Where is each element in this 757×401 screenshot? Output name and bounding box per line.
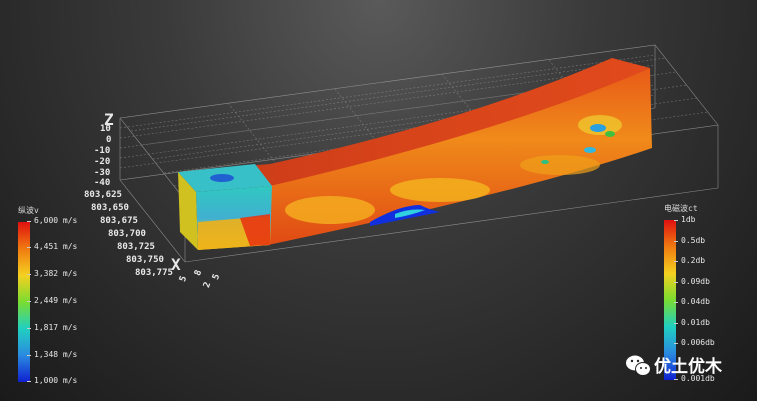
- x-axis-title: X: [171, 255, 181, 274]
- left-legend-tick: 1,348 m/s: [26, 350, 78, 359]
- x-axis-tick: 803,750: [126, 255, 164, 265]
- x-axis-tick: 803,725: [117, 242, 155, 252]
- left-legend-tick: 1,817 m/s: [26, 323, 78, 332]
- x-axis-tick: 803,675: [100, 216, 138, 226]
- left-legend-tick: 1,000 m/s: [26, 376, 78, 385]
- x-axis-tick: 803,625: [84, 190, 122, 200]
- right-legend-tick: 0.006db: [674, 338, 715, 347]
- z-axis-tick: -40: [94, 178, 111, 188]
- z-axis-tick: -20: [94, 157, 111, 167]
- left-legend-tick: 6,000 m/s: [26, 216, 78, 225]
- right-legend-tick: 0.09db: [674, 277, 710, 286]
- right-legend-tick: 0.5db: [673, 236, 706, 245]
- left-legend-tick: 2,449 m/s: [26, 296, 78, 305]
- left-legend-tick: 4,451 m/s: [26, 242, 78, 251]
- right-legend-tick: 0.01db: [674, 318, 710, 327]
- left-legend-tick: 3,382 m/s: [26, 269, 78, 278]
- watermark: 优土优木: [622, 352, 722, 377]
- 3d-velocity-model-view[interactable]: [0, 0, 757, 401]
- x-axis-tick: 803,700: [108, 229, 146, 239]
- watermark-text: 优土优木: [654, 357, 722, 377]
- z-axis-tick: 10: [100, 124, 111, 134]
- x-axis-tick: 803,650: [91, 203, 129, 213]
- right-legend-title: 电磁波ct: [664, 204, 698, 213]
- x-axis-tick: 803,775: [135, 268, 173, 278]
- right-legend-tick: 1db: [673, 215, 696, 224]
- right-legend-tick: 0.04db: [674, 297, 710, 306]
- z-axis-tick: -30: [94, 168, 111, 178]
- left-color-legend: [18, 222, 30, 382]
- right-legend-tick: 0.2db: [673, 256, 706, 265]
- left-legend-title: 纵波v: [18, 206, 39, 215]
- z-axis-tick: 0: [106, 135, 112, 145]
- z-axis-tick: -10: [94, 146, 111, 156]
